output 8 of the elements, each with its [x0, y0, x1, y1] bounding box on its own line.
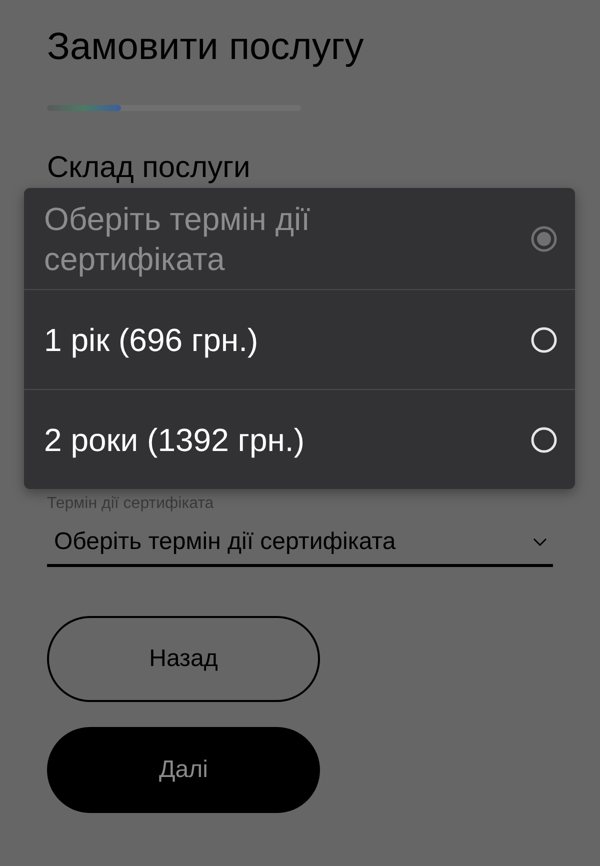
term-select[interactable]: Оберіть термін дії сертифіката [47, 522, 553, 567]
option-item[interactable]: 1 рік (696 грн.) [24, 289, 575, 389]
next-button[interactable]: Далі [47, 727, 320, 813]
page-title: Замовити послугу [47, 25, 365, 70]
chevron-down-icon [533, 538, 547, 546]
back-button[interactable]: Назад [47, 616, 320, 702]
section-title: Склад послуги [47, 150, 252, 186]
option-item[interactable]: 2 роки (1392 грн.) [24, 389, 575, 489]
